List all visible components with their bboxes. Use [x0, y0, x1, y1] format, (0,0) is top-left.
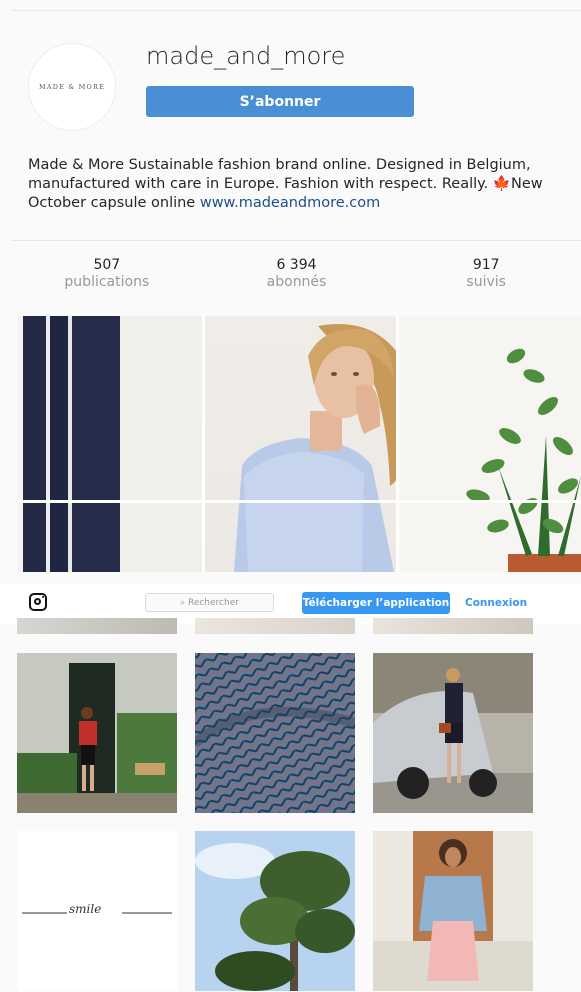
- instagram-icon[interactable]: [29, 593, 47, 611]
- doorway-illustration: [17, 653, 177, 813]
- smile-caption: smile: [69, 902, 102, 916]
- search-input[interactable]: ⌕ Rechercher: [145, 593, 274, 612]
- profile-bio: Made & More Sustainable fashion brand on…: [28, 156, 576, 213]
- bio-text: Made & More Sustainable fashion brand on…: [28, 157, 531, 192]
- follow-button[interactable]: S’abonner: [146, 86, 414, 117]
- stat-value: 917: [472, 257, 500, 273]
- profile-stats: 507 publications 6 394 abonnés 917 suivi…: [12, 240, 581, 303]
- avatar-logo: MADE & MORE: [38, 83, 106, 91]
- post-smile-image[interactable]: smile: [17, 831, 177, 991]
- car-illustration: [373, 653, 533, 813]
- stat-label: abonnés: [266, 274, 327, 290]
- maple-leaf-icon: 🍁: [492, 176, 511, 192]
- post-tree-image[interactable]: [195, 831, 355, 991]
- tree-illustration: [195, 831, 355, 991]
- divider: [12, 10, 581, 11]
- profile-username: made_and_more: [146, 42, 346, 70]
- grid-divider: [202, 316, 205, 572]
- post-doorway-image[interactable]: [17, 653, 177, 813]
- download-app-button[interactable]: Télécharger l’application: [302, 592, 450, 614]
- grid-divider: [396, 316, 399, 572]
- grid-divider: [18, 500, 581, 503]
- stat-following[interactable]: 917 suivis: [391, 241, 581, 303]
- post-thumbnail-partial[interactable]: [17, 618, 177, 634]
- avatar[interactable]: MADE & MORE: [28, 43, 116, 131]
- post-denim-jacket-image[interactable]: [373, 831, 533, 991]
- login-link[interactable]: Connexion: [465, 597, 527, 609]
- plant-illustration: [466, 348, 581, 572]
- stat-value: 507: [93, 257, 121, 273]
- post-plant-image[interactable]: [398, 316, 581, 572]
- stat-label: publications: [64, 274, 150, 290]
- post-car-image[interactable]: [373, 653, 533, 813]
- stat-followers[interactable]: 6 394 abonnés: [202, 241, 392, 303]
- fabric-pattern-illustration: [195, 653, 355, 813]
- woman-portrait-illustration: [234, 324, 412, 572]
- post-thumbnail-partial[interactable]: [195, 618, 355, 634]
- post-woman-portrait-image[interactable]: [204, 316, 412, 572]
- top-photo-grid: [18, 316, 581, 572]
- post-curtain-image[interactable]: [18, 316, 202, 572]
- bio-website-link[interactable]: www.madeandmore.com: [200, 195, 380, 211]
- denim-jacket-illustration: [373, 831, 533, 991]
- stat-publications: 507 publications: [12, 241, 202, 303]
- stat-value: 6 394: [276, 257, 317, 273]
- post-fabric-image[interactable]: [195, 653, 355, 813]
- post-thumbnail-partial[interactable]: [373, 618, 533, 634]
- stat-label: suivis: [466, 274, 506, 290]
